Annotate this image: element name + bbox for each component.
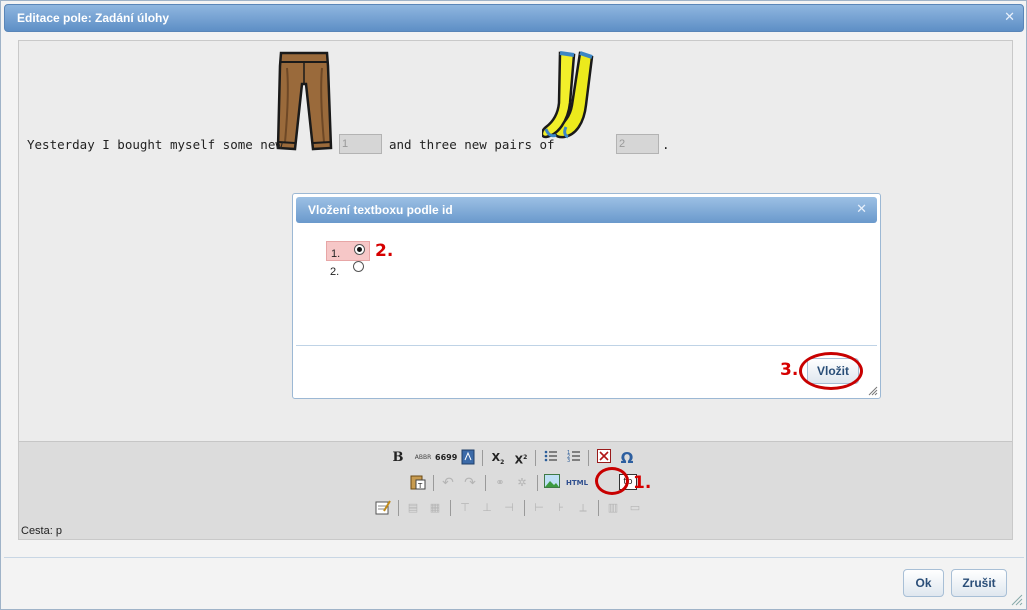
superscript-icon[interactable]: X2 [512, 449, 530, 467]
pants-image [276, 51, 333, 151]
dialog-titlebar[interactable]: Editace pole: Zadání úlohy ✕ [4, 4, 1024, 32]
undo-icon[interactable]: ↶ [439, 474, 457, 492]
insert-col-after-icon[interactable]: ⊦ [552, 499, 570, 517]
edit-field-dialog: Editace pole: Zadání úlohy ✕ Yesterday I… [0, 0, 1027, 610]
textbox-option-1[interactable]: 1. [326, 241, 370, 261]
close-icon[interactable]: ✕ [856, 202, 867, 217]
merge-cells-icon[interactable]: ▭ [626, 499, 644, 517]
annotation-step-3: 3. [780, 360, 799, 380]
insert-row-after-icon[interactable]: ⊥ [478, 499, 496, 517]
inner-dialog-titlebar[interactable]: Vložení textboxu podle id ✕ [296, 197, 877, 223]
row-props-icon[interactable]: ▤ [404, 499, 422, 517]
edit-table-icon[interactable] [374, 499, 392, 517]
cancel-button[interactable]: Zrušit [951, 569, 1007, 597]
quote-icon[interactable]: 6699 [435, 449, 457, 467]
element-path: Cesta: p [21, 525, 62, 537]
delete-row-icon[interactable]: ⊣ [500, 499, 518, 517]
close-icon[interactable]: ✕ [1004, 10, 1015, 25]
blank-field-2[interactable]: 2 [616, 134, 659, 154]
divider [296, 345, 877, 346]
split-cells-icon[interactable]: ▥ [604, 499, 622, 517]
annotation-step-2: 2. [375, 241, 394, 261]
paste-text-icon[interactable]: T [409, 474, 427, 492]
abbr-icon[interactable]: ABBR [413, 449, 433, 467]
redo-icon[interactable]: ↷ [461, 474, 479, 492]
bold-icon[interactable]: B [389, 449, 407, 467]
html-source-icon[interactable]: HTML [565, 474, 589, 492]
insert-row-before-icon[interactable]: ⊤ [456, 499, 474, 517]
editor-toolbar: B ABBR 6699 X2 X2 123 Ω T ↶ ↷ ⚭ ✲ HTML t… [19, 441, 1012, 539]
ok-button[interactable]: Ok [903, 569, 944, 597]
sentence-text-2: and three new pairs of [389, 137, 555, 152]
sentence-period: . [662, 137, 670, 152]
cell-props-icon[interactable]: ▦ [426, 499, 444, 517]
radio-button[interactable] [354, 244, 365, 255]
dialog-title: Editace pole: Zadání úlohy [17, 11, 170, 25]
resize-grip-icon[interactable] [868, 386, 878, 396]
svg-text:3: 3 [567, 458, 570, 463]
textbox-option-2[interactable]: 2. [326, 261, 370, 281]
resize-grip-icon[interactable] [1011, 594, 1023, 606]
numbered-list-icon[interactable]: 123 [565, 449, 583, 467]
annotation-ring-insert [799, 352, 863, 390]
socks-image [542, 51, 594, 139]
sentence-text-1: Yesterday I bought myself some new [27, 137, 283, 152]
annotation-step-1: 1. [633, 473, 652, 493]
toolbar-row-3: ▤ ▦ ⊤ ⊥ ⊣ ⊢ ⊦ ⟂ ▥ ▭ [374, 498, 664, 518]
spellcheck-icon[interactable] [459, 449, 477, 467]
remove-format-icon[interactable] [595, 449, 613, 467]
image-icon[interactable] [543, 474, 561, 492]
footer-divider [4, 557, 1024, 558]
radio-button[interactable] [353, 261, 364, 272]
unlink-icon[interactable]: ✲ [513, 474, 531, 492]
link-icon[interactable]: ⚭ [491, 474, 509, 492]
option-label: 2. [330, 266, 340, 278]
bullet-list-icon[interactable] [542, 449, 560, 467]
delete-col-icon[interactable]: ⟂ [574, 499, 592, 517]
special-char-icon[interactable]: Ω [618, 449, 636, 467]
svg-text:T: T [417, 482, 423, 490]
inner-dialog-title: Vložení textboxu podle id [308, 203, 453, 217]
blank-field-1[interactable]: 1 [339, 134, 382, 154]
subscript-icon[interactable]: X2 [489, 449, 507, 467]
annotation-ring-textbox [595, 467, 629, 495]
insert-col-before-icon[interactable]: ⊢ [530, 499, 548, 517]
toolbar-row-1: B ABBR 6699 X2 X2 123 Ω [389, 448, 649, 468]
option-label: 1. [331, 248, 341, 260]
